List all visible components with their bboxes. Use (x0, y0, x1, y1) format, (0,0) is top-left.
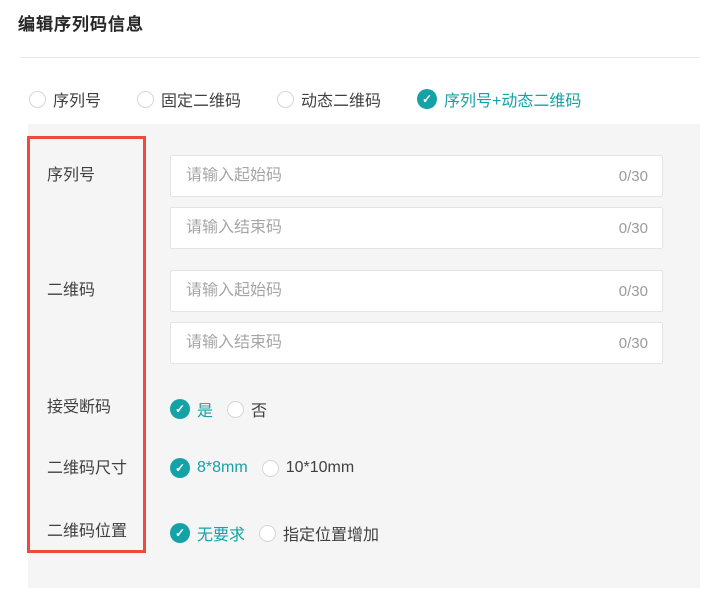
qr-size-option-10x10[interactable]: 10*10mm (262, 459, 354, 477)
option-label: 否 (251, 397, 267, 421)
type-option-label: 序列号+动态二维码 (444, 87, 581, 111)
qrcode-end-input[interactable] (171, 334, 619, 352)
radio-checked-icon (170, 523, 190, 543)
serial-number-label: 序列号 (47, 166, 95, 186)
qr-position-option-no-requirement[interactable]: 无要求 (170, 521, 245, 545)
radio-unchecked-icon (137, 91, 154, 108)
qr-position-option-specified[interactable]: 指定位置增加 (259, 521, 379, 545)
type-option-dynamic-qr[interactable]: 动态二维码 (277, 87, 381, 111)
serial-start-input[interactable] (171, 167, 619, 185)
qr-size-option-8x8[interactable]: 8*8mm (170, 458, 248, 478)
qrcode-start-input-wrap: 0/30 (170, 270, 663, 312)
qrcode-start-input[interactable] (171, 282, 619, 300)
radio-unchecked-icon (277, 91, 294, 108)
radio-unchecked-icon (259, 525, 276, 542)
type-option-fixed-qr[interactable]: 固定二维码 (137, 87, 241, 111)
radio-checked-icon (417, 89, 437, 109)
qrcode-end-input-wrap: 0/30 (170, 322, 663, 364)
page-title: 编辑序列码信息 (18, 10, 144, 35)
accept-broken-option-yes[interactable]: 是 (170, 397, 213, 421)
accept-broken-option-no[interactable]: 否 (227, 397, 267, 421)
qrcode-label: 二维码 (47, 281, 95, 301)
qr-position-radio-group: 无要求 指定位置增加 (170, 521, 379, 545)
radio-unchecked-icon (29, 91, 46, 108)
qr-size-radio-group: 8*8mm 10*10mm (170, 458, 354, 478)
radio-unchecked-icon (227, 401, 244, 418)
type-option-serial-plus-dynamic-qr[interactable]: 序列号+动态二维码 (417, 87, 581, 111)
radio-unchecked-icon (262, 460, 279, 477)
serial-start-input-wrap: 0/30 (170, 155, 663, 197)
serial-end-input[interactable] (171, 219, 619, 237)
code-type-radio-group: 序列号 固定二维码 动态二维码 序列号+动态二维码 (29, 87, 581, 111)
option-label: 是 (197, 397, 213, 421)
accept-broken-label: 接受断码 (47, 398, 111, 418)
option-label: 无要求 (197, 521, 245, 545)
accept-broken-radio-group: 是 否 (170, 397, 267, 421)
option-label: 10*10mm (286, 459, 354, 477)
qr-position-label: 二维码位置 (47, 522, 127, 542)
serial-end-input-wrap: 0/30 (170, 207, 663, 249)
type-option-label: 序列号 (53, 87, 101, 111)
radio-checked-icon (170, 458, 190, 478)
radio-checked-icon (170, 399, 190, 419)
char-counter: 0/30 (619, 335, 662, 352)
divider (20, 57, 700, 58)
type-option-serial[interactable]: 序列号 (29, 87, 101, 111)
char-counter: 0/30 (619, 168, 662, 185)
qr-size-label: 二维码尺寸 (47, 459, 127, 479)
annotation-box (27, 136, 146, 553)
type-option-label: 固定二维码 (161, 87, 241, 111)
form-panel: 序列号 0/30 0/30 二维码 0/30 0/30 接受断码 是 否 二维码… (28, 124, 700, 588)
option-label: 8*8mm (197, 459, 248, 477)
char-counter: 0/30 (619, 283, 662, 300)
type-option-label: 动态二维码 (301, 87, 381, 111)
char-counter: 0/30 (619, 220, 662, 237)
option-label: 指定位置增加 (283, 521, 379, 545)
